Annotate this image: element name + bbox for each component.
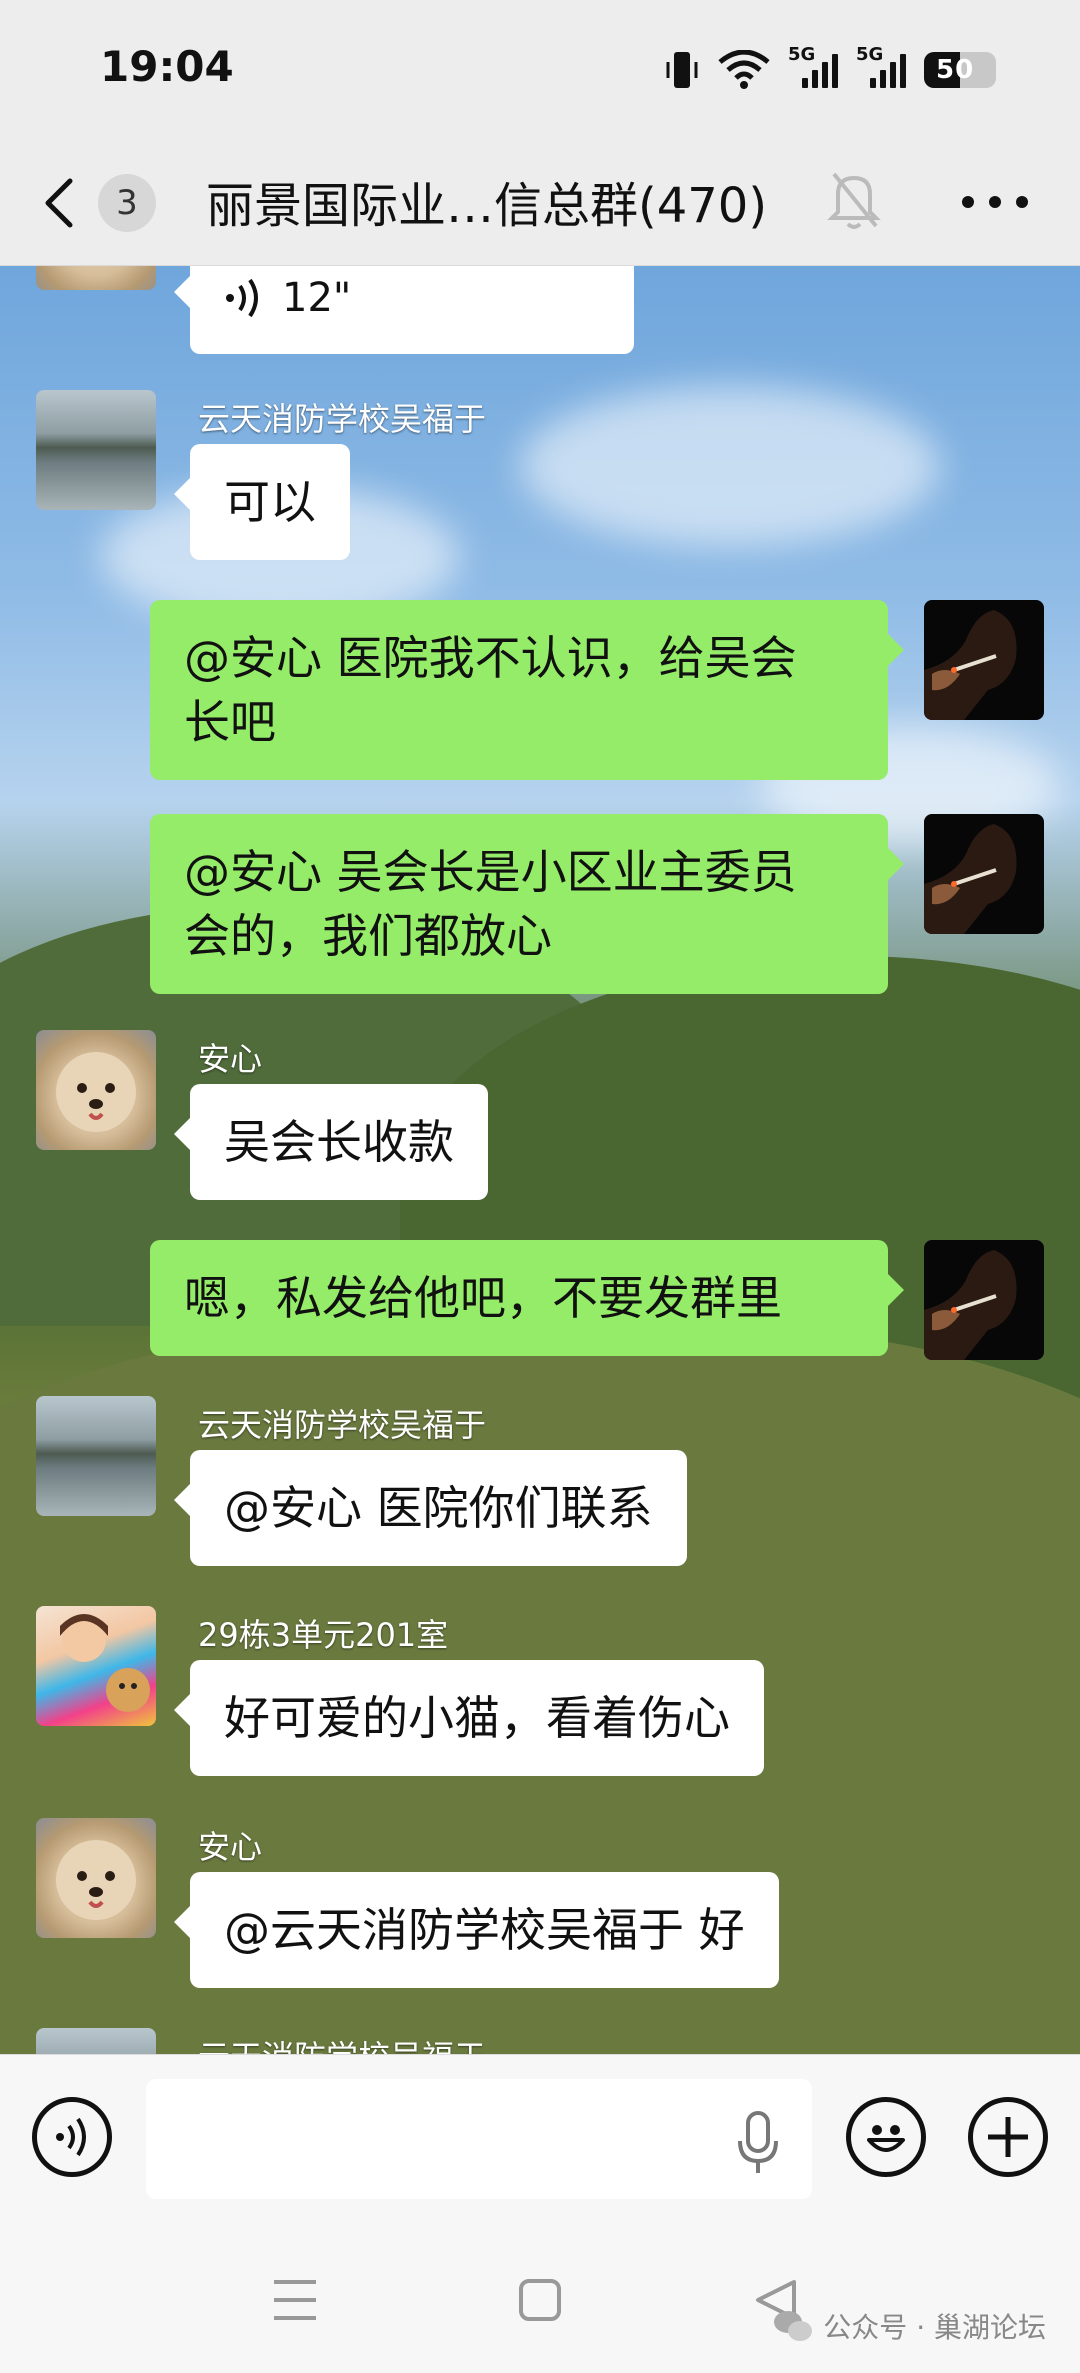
battery-icon: 50	[924, 52, 996, 88]
watermark: 公众号 · 巢湖论坛	[773, 2306, 1046, 2346]
avatar[interactable]	[924, 1240, 1044, 1360]
signal-icon-2: 5G	[856, 44, 906, 88]
avatar[interactable]	[36, 266, 156, 290]
avatar[interactable]	[36, 390, 156, 510]
vibrate-icon	[666, 52, 698, 88]
message-line: 会的，我们都放心	[184, 909, 552, 963]
sender-name: 云天消防学校吴福于	[198, 2032, 486, 2054]
system-nav-bar: 公众号 · 巢湖论坛	[0, 2224, 1080, 2373]
watermark-text: 公众号 · 巢湖论坛	[823, 2311, 1046, 2344]
message-bubble[interactable]: 好可爱的小猫，看着伤心	[174, 1660, 764, 1776]
message-bubble[interactable]: @安心 医院我不认识，给吴会 长吧	[150, 600, 904, 780]
microphone-icon[interactable]	[736, 2111, 780, 2175]
message-bubble[interactable]: 可以	[174, 444, 350, 560]
message-bubble[interactable]: @安心 吴会长是小区业主委员 会的，我们都放心	[150, 814, 904, 994]
bell-off-icon	[827, 172, 881, 229]
chevron-left-icon	[45, 178, 73, 228]
sender-name: 云天消防学校吴福于	[198, 400, 487, 438]
avatar[interactable]	[924, 600, 1044, 720]
home-icon[interactable]	[518, 2278, 562, 2322]
chat-area[interactable]: 12" 云天消防学校吴福于 可以 @安心 医院我不认识，给吴会 长吧 @安心 吴…	[0, 266, 1080, 2054]
avatar-dog-icon	[56, 1052, 136, 1132]
avatar[interactable]	[36, 1606, 156, 1726]
sender-name: 安心	[198, 1040, 263, 1078]
network-label-1: 5G	[788, 44, 816, 65]
chat-header: 3 丽景国际业…信总群(470)	[0, 140, 1080, 266]
avatar-dog-icon	[56, 1840, 136, 1920]
battery-level: 50	[936, 55, 975, 85]
recent-apps-icon[interactable]	[272, 2278, 318, 2322]
message-bubble[interactable]: @安心 医院你们联系	[174, 1450, 687, 1566]
status-icons: 5G 5G 50	[664, 44, 996, 94]
avatar[interactable]	[36, 2028, 156, 2054]
message-bubble[interactable]: 吴会长收款	[174, 1084, 488, 1200]
voice-wave-icon	[226, 278, 258, 318]
smiley-icon	[867, 2125, 905, 2152]
voice-duration: 12"	[282, 275, 352, 321]
avatar[interactable]	[36, 1030, 156, 1150]
message-bubble[interactable]: @云天消防学校吴福于 好	[174, 1872, 779, 1988]
plus-button[interactable]	[968, 2097, 1048, 2177]
message-line: @安心 吴会长是小区业主委员	[184, 845, 797, 899]
plus-icon	[988, 2117, 1028, 2157]
sender-name: 安心	[198, 1828, 263, 1866]
unread-badge: 3	[98, 174, 156, 232]
sender-name: 云天消防学校吴福于	[198, 1406, 487, 1444]
chat-title: 丽景国际业…信总群(470)	[206, 178, 768, 234]
message-bubble[interactable]: 嗯，私发给他吧，不要发群里	[150, 1240, 904, 1356]
avatar[interactable]	[36, 1396, 156, 1516]
message-line: @安心 医院我不认识，给吴会	[184, 631, 797, 685]
avatar[interactable]	[36, 1818, 156, 1938]
input-bar	[0, 2054, 1080, 2224]
network-label-2: 5G	[856, 44, 884, 65]
avatar-smoker-icon	[924, 610, 1017, 720]
emoji-button[interactable]	[846, 2097, 926, 2177]
message-line: 长吧	[184, 695, 276, 749]
back-button[interactable]: 3	[40, 166, 170, 240]
avatar-smoker-icon	[924, 1250, 1017, 1360]
wifi-icon	[718, 50, 770, 89]
avatar-smoker-icon	[924, 824, 1017, 934]
voice-message-bubble[interactable]: 12"	[174, 266, 634, 354]
voice-wave-icon	[56, 2117, 86, 2157]
avatar[interactable]	[924, 814, 1044, 934]
status-bar: 19:04 5G 5G 50	[0, 0, 1080, 140]
more-dots-icon[interactable]	[958, 182, 1032, 222]
signal-icon-1: 5G	[788, 44, 838, 88]
sender-name: 29栋3单元201室	[198, 1616, 449, 1654]
message-input[interactable]	[146, 2079, 812, 2199]
voice-toggle-button[interactable]	[32, 2097, 112, 2177]
status-time: 19:04	[100, 42, 234, 91]
avatar-girl-dog-icon	[60, 1614, 150, 1712]
wechat-logo-icon	[774, 2311, 813, 2341]
